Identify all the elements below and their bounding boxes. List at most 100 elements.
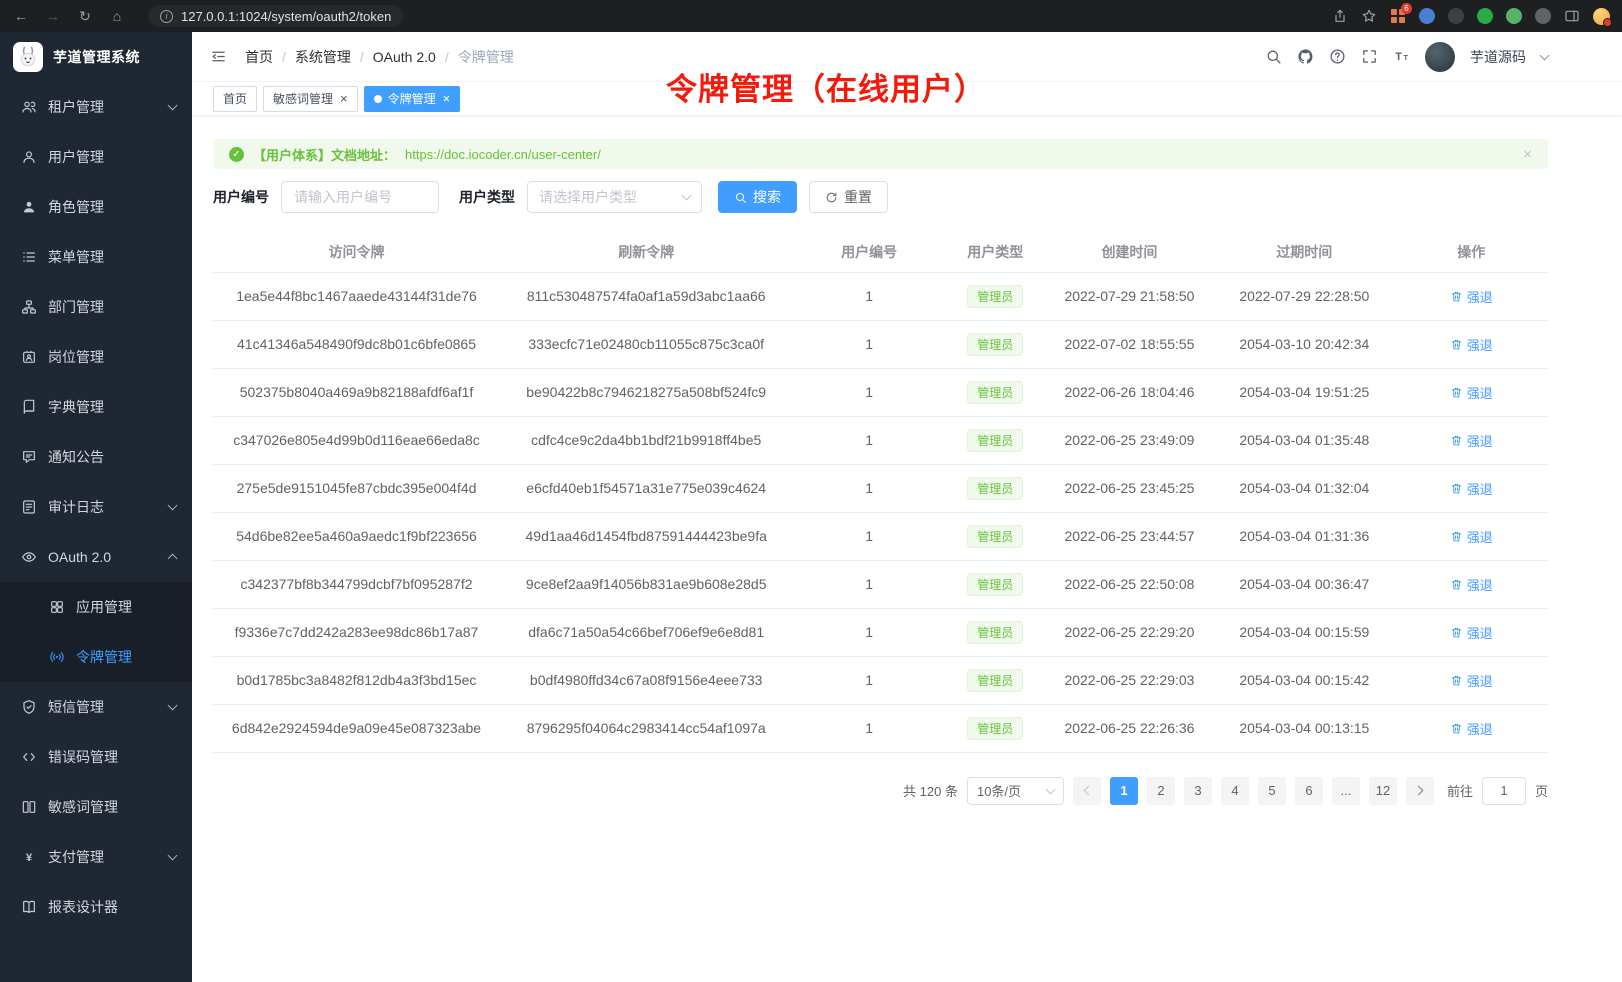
sidebar-item[interactable]: 通知公告 (0, 432, 192, 482)
breadcrumb: 首页/系统管理/OAuth 2.0/令牌管理 (245, 47, 514, 67)
chevron-down-icon[interactable] (1540, 50, 1550, 60)
force-logout-button[interactable]: 强退 (1450, 671, 1493, 690)
filter-bar: 用户编号 用户类型 请选择用户类型 搜索 重置 (213, 181, 1548, 213)
sidebar-item[interactable]: 报表设计器 (0, 882, 192, 932)
sidebar-item[interactable]: 审计日志 (0, 482, 192, 532)
force-logout-button[interactable]: 强退 (1450, 335, 1493, 354)
breadcrumb-item[interactable]: 令牌管理 (458, 47, 514, 67)
pagination-page-button[interactable]: 12 (1369, 777, 1397, 805)
alert-text: 【用户体系】文档地址： (253, 145, 396, 164)
force-logout-button[interactable]: 强退 (1450, 719, 1493, 738)
refresh-token-cell: 49d1aa46d1454fbd87591444423be9fa (500, 512, 792, 560)
address-bar[interactable]: i 127.0.0.1:1024/system/oauth2/token (148, 5, 403, 27)
goto-page-input[interactable] (1482, 777, 1526, 805)
view-tab[interactable]: 首页 (213, 86, 257, 112)
force-logout-button[interactable]: 强退 (1450, 431, 1493, 450)
user-type-cell: 管理员 (946, 704, 1045, 752)
site-info-icon[interactable]: i (160, 10, 173, 23)
reset-button[interactable]: 重置 (809, 181, 888, 213)
sidebar-item[interactable]: 用户管理 (0, 132, 192, 182)
pagination-page-button[interactable]: 4 (1221, 777, 1249, 805)
sidebar-item[interactable]: 菜单管理 (0, 232, 192, 282)
force-logout-button[interactable]: 强退 (1450, 383, 1493, 402)
expire-time-cell: 2054-03-04 01:35:48 (1214, 416, 1394, 464)
browser-forward-button[interactable]: → (44, 8, 62, 24)
share-icon[interactable] (1332, 8, 1348, 24)
pagination-page-button[interactable]: 2 (1147, 777, 1175, 805)
sidebar-item[interactable]: 角色管理 (0, 182, 192, 232)
sidebar-item[interactable]: 租户管理 (0, 82, 192, 132)
table-row: c342377bf8b344799dcbf7bf095287f29ce8ef2a… (213, 560, 1548, 608)
github-icon[interactable] (1297, 48, 1314, 65)
pagination-page-button[interactable]: 1 (1110, 777, 1138, 805)
fullscreen-icon[interactable] (1361, 48, 1378, 65)
force-logout-button[interactable]: 强退 (1450, 527, 1493, 546)
header-actions: TT 芋道源码 (1265, 42, 1548, 72)
extension-badge: 6 (1401, 3, 1412, 14)
access-token-cell: c347026e805e4d99b0d116eae66eda8c (213, 416, 500, 464)
doc-link[interactable]: https://doc.iocoder.cn/user-center/ (405, 147, 601, 162)
token-table: 访问令牌刷新令牌用户编号用户类型创建时间过期时间操作 1ea5e44f8bc14… (213, 232, 1548, 753)
side-panel-icon[interactable] (1564, 8, 1580, 24)
extension-gray-icon[interactable] (1535, 8, 1551, 24)
access-token-cell: 275e5de9151045fe87cbdc395e004f4d (213, 464, 500, 512)
browser-back-button[interactable]: ← (12, 8, 30, 24)
access-token-cell: 502375b8040a469a9b82188afdf6af1f (213, 368, 500, 416)
sidebar-item[interactable]: OAuth 2.0 (0, 532, 192, 582)
user-id-cell: 1 (792, 704, 946, 752)
sidebar-item[interactable]: 字典管理 (0, 382, 192, 432)
prev-page-button[interactable] (1073, 777, 1101, 805)
breadcrumb-item[interactable]: 系统管理 (295, 47, 351, 67)
force-logout-button[interactable]: 强退 (1450, 479, 1493, 498)
search-icon[interactable] (1265, 48, 1282, 65)
page-size-select[interactable]: 10条/页 (967, 777, 1064, 805)
breadcrumb-item[interactable]: 首页 (245, 47, 273, 67)
sidebar-fold-icon[interactable] (210, 48, 227, 65)
sidebar-item[interactable]: 令牌管理 (0, 632, 192, 682)
pagination-more-button[interactable]: ... (1332, 777, 1360, 805)
alert-close-icon[interactable]: × (1523, 146, 1532, 163)
sidebar-item[interactable]: ¥支付管理 (0, 832, 192, 882)
extension-icon[interactable]: 6 (1390, 8, 1406, 24)
search-button[interactable]: 搜索 (718, 181, 797, 213)
user-type-select[interactable]: 请选择用户类型 (527, 181, 702, 213)
bookmark-star-icon[interactable] (1361, 8, 1377, 24)
view-tab[interactable]: 敏感词管理× (263, 86, 358, 112)
view-tab[interactable]: 令牌管理× (364, 86, 461, 112)
help-icon[interactable] (1329, 48, 1346, 65)
sidebar-item[interactable]: 应用管理 (0, 582, 192, 632)
force-logout-button[interactable]: 强退 (1450, 287, 1493, 306)
force-logout-button[interactable]: 强退 (1450, 623, 1493, 642)
pagination-page-button[interactable]: 5 (1258, 777, 1286, 805)
app-logo[interactable]: 芋道管理系统 (0, 32, 192, 82)
extension-puzzle-icon[interactable] (1506, 8, 1522, 24)
extension-green-icon[interactable] (1477, 8, 1493, 24)
browser-home-button[interactable]: ⌂ (108, 8, 126, 24)
browser-reload-button[interactable]: ↻ (76, 8, 94, 25)
browser-profile-avatar[interactable] (1593, 8, 1610, 25)
sidebar-item[interactable]: 部门管理 (0, 282, 192, 332)
sidebar-item[interactable]: 错误码管理 (0, 732, 192, 782)
user-type-label: 用户类型 (459, 187, 515, 207)
user-avatar[interactable] (1425, 42, 1455, 72)
extension-blue-icon[interactable] (1419, 8, 1435, 24)
post-badge-icon (20, 349, 37, 366)
user-id-cell: 1 (792, 560, 946, 608)
user-name[interactable]: 芋道源码 (1470, 47, 1526, 67)
close-tab-icon[interactable]: × (443, 92, 451, 105)
sidebar-item[interactable]: 敏感词管理 (0, 782, 192, 832)
font-size-icon[interactable]: TT (1393, 48, 1410, 65)
sidebar-item[interactable]: 短信管理 (0, 682, 192, 732)
extension-dark-icon[interactable] (1448, 8, 1464, 24)
announcement-icon (20, 449, 37, 466)
expire-time-cell: 2054-03-10 20:42:34 (1214, 320, 1394, 368)
force-logout-button[interactable]: 强退 (1450, 575, 1493, 594)
pagination-page-button[interactable]: 3 (1184, 777, 1212, 805)
close-tab-icon[interactable]: × (340, 92, 348, 105)
user-id-input[interactable] (281, 181, 439, 213)
breadcrumb-item[interactable]: OAuth 2.0 (373, 49, 436, 65)
next-page-button[interactable] (1406, 777, 1434, 805)
pagination-page-button[interactable]: 6 (1295, 777, 1323, 805)
total-count: 共 120 条 (903, 781, 958, 800)
sidebar-item[interactable]: 岗位管理 (0, 332, 192, 382)
